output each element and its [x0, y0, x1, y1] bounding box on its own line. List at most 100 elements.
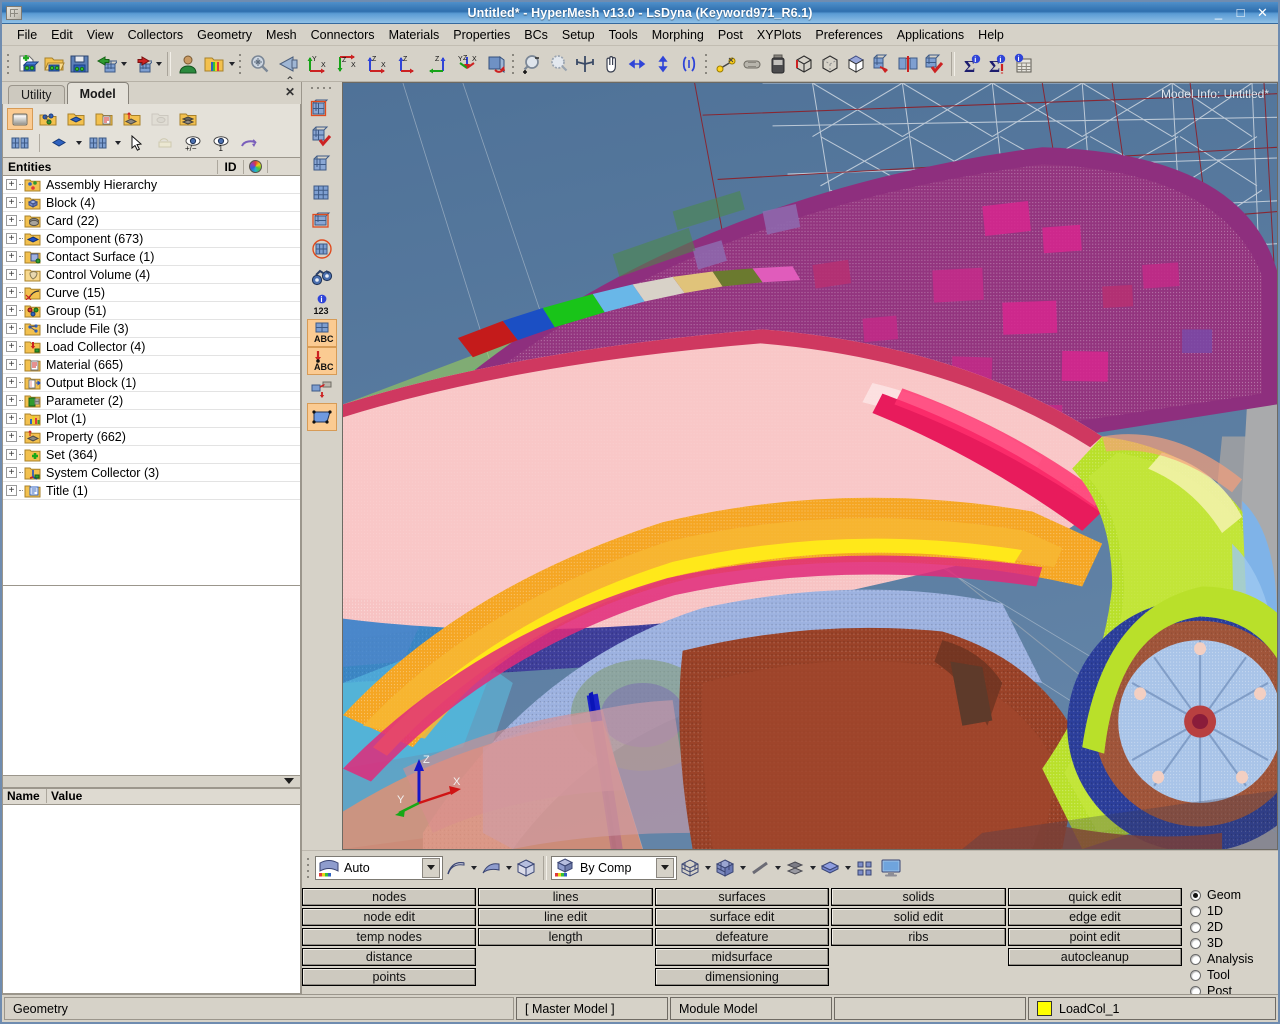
- rotate-view-icon[interactable]: [483, 50, 509, 78]
- yz-view-icon[interactable]: Z: [423, 50, 453, 78]
- mesh-lines-icon[interactable]: [895, 50, 921, 78]
- display-blue-icon[interactable]: [46, 132, 72, 154]
- iso-view-icon[interactable]: Z X Y: [453, 50, 483, 78]
- cmd-distance[interactable]: distance: [302, 948, 477, 966]
- import-icon[interactable]: [93, 50, 119, 78]
- panels-icon[interactable]: [852, 854, 878, 882]
- solid-cube-icon[interactable]: [513, 854, 539, 882]
- arrow-lr-icon[interactable]: [624, 50, 650, 78]
- mesh-circle-icon[interactable]: [307, 235, 337, 263]
- tree-row-output-block-1[interactable]: + Output Block (1): [3, 374, 300, 392]
- menu-xyplots[interactable]: XYPlots: [750, 26, 808, 44]
- menu-geometry[interactable]: Geometry: [190, 26, 259, 44]
- expand-icon[interactable]: +: [6, 341, 17, 352]
- fit-view-icon[interactable]: [247, 50, 273, 78]
- cmd-quick-edit[interactable]: quick edit: [1007, 888, 1183, 906]
- shaded-cube-icon[interactable]: [843, 50, 869, 78]
- toolbar-grip-3[interactable]: [510, 50, 517, 77]
- distance-node-icon[interactable]: [713, 50, 739, 78]
- shrink-mesh-icon[interactable]: [869, 50, 895, 78]
- mass-icon[interactable]: [739, 50, 765, 78]
- tree-row-title-1[interactable]: + Title (1): [3, 482, 300, 500]
- expand-icon[interactable]: +: [6, 377, 17, 388]
- line-icon[interactable]: [747, 854, 773, 882]
- vtoolbar-grip[interactable]: [310, 86, 334, 93]
- stack-folder-icon[interactable]: [175, 108, 201, 130]
- mesh-display-dropdown-icon[interactable]: [113, 132, 122, 154]
- surface-shade-dropdown-icon[interactable]: [504, 854, 513, 882]
- tab-model[interactable]: Model: [66, 82, 129, 104]
- tree-row-include-file-3[interactable]: + Include File (3): [3, 320, 300, 338]
- radio-1d[interactable]: 1D: [1190, 904, 1274, 918]
- tree-row-material-665[interactable]: + Material (665): [3, 356, 300, 374]
- reverse-icon[interactable]: [236, 132, 262, 154]
- zoom-window-icon[interactable]: [546, 50, 572, 78]
- minimize-button[interactable]: _: [1212, 6, 1225, 19]
- property-folder-icon[interactable]: [119, 108, 145, 130]
- binoculars-icon[interactable]: [307, 263, 337, 291]
- cmd-surfaces[interactable]: surfaces: [654, 888, 830, 906]
- component-folder-icon[interactable]: [7, 108, 33, 130]
- tree-row-assembly-hierarchy[interactable]: + Assembly Hierarchy: [3, 176, 300, 194]
- xy-top-view-icon[interactable]: Y X: [303, 50, 333, 78]
- cmd-surface-edit[interactable]: surface edit: [654, 908, 830, 926]
- menu-collectors[interactable]: Collectors: [121, 26, 191, 44]
- info-123-icon[interactable]: i 123: [307, 291, 337, 319]
- expand-icon[interactable]: +: [6, 431, 17, 442]
- translate-mesh-icon[interactable]: [307, 375, 337, 403]
- entity-tree[interactable]: + Assembly Hierarchy + Block (4) + Card (22) +…: [2, 176, 301, 586]
- load-results-icon[interactable]: [201, 50, 227, 78]
- mesh-check-icon[interactable]: [307, 123, 337, 151]
- mesh-abc-icon[interactable]: ABC: [307, 319, 337, 347]
- cmd-nodes[interactable]: nodes: [302, 888, 477, 906]
- cmd-midsurface[interactable]: midsurface: [654, 948, 830, 966]
- expand-icon[interactable]: +: [6, 449, 17, 460]
- browser-splitter[interactable]: [2, 775, 301, 788]
- expand-icon[interactable]: +: [6, 485, 17, 496]
- expand-icon[interactable]: +: [6, 251, 17, 262]
- tree-row-contact-surface-1[interactable]: + Contact Surface (1): [3, 248, 300, 266]
- menu-bcs[interactable]: BCs: [517, 26, 555, 44]
- tree-row-system-collector-3[interactable]: + System Collector (3): [3, 464, 300, 482]
- cmd-temp-nodes[interactable]: temp nodes: [302, 928, 477, 946]
- display-toolbar-grip[interactable]: [305, 854, 312, 881]
- toolbar-grip-4[interactable]: [703, 50, 710, 77]
- expand-icon[interactable]: +: [6, 233, 17, 244]
- tree-row-group-51[interactable]: + Group (51): [3, 302, 300, 320]
- pan-icon[interactable]: [598, 50, 624, 78]
- menu-post[interactable]: Post: [711, 26, 750, 44]
- fit-icon[interactable]: [572, 50, 598, 78]
- eye-plusminus-icon[interactable]: +/−: [180, 132, 206, 154]
- monitor-icon[interactable]: [878, 854, 904, 882]
- zoom-out-icon[interactable]: [520, 50, 546, 78]
- menu-file[interactable]: File: [10, 26, 44, 44]
- shrink-dropdown-icon[interactable]: [808, 854, 817, 882]
- menu-properties[interactable]: Properties: [446, 26, 517, 44]
- shaded-cube-dropdown-icon[interactable]: [738, 854, 747, 882]
- expand-icon[interactable]: +: [6, 413, 17, 424]
- mesh-mode-combo[interactable]: Auto: [315, 855, 443, 880]
- cmd-edge-edit[interactable]: edge edit: [1007, 908, 1183, 926]
- status-load-collector[interactable]: LoadCol_1: [1028, 997, 1276, 1020]
- surface-edge-icon[interactable]: [443, 854, 469, 882]
- status-master-model[interactable]: [ Master Model ]: [516, 997, 668, 1020]
- color-mode-combo[interactable]: By Comp: [551, 855, 677, 880]
- cmd-solid-edit[interactable]: solid edit: [831, 908, 1006, 926]
- material-folder-icon[interactable]: [91, 108, 117, 130]
- expand-icon[interactable]: +: [6, 467, 17, 478]
- close-button[interactable]: ✕: [1256, 6, 1269, 19]
- contact-folder-icon[interactable]: [147, 108, 173, 130]
- export-dropdown-icon[interactable]: [154, 50, 163, 78]
- menu-connectors[interactable]: Connectors: [304, 26, 382, 44]
- expand-icon[interactable]: +: [6, 287, 17, 298]
- load-abc-icon[interactable]: ABC: [307, 347, 337, 375]
- status-module-model[interactable]: Module Model: [670, 997, 832, 1020]
- open-model-icon[interactable]: [41, 50, 67, 78]
- expand-icon[interactable]: +: [6, 395, 17, 406]
- component-blue-icon[interactable]: [63, 108, 89, 130]
- shaded-cube-icon[interactable]: [712, 854, 738, 882]
- surface-blue-icon[interactable]: [307, 403, 337, 431]
- cmd-autocleanup[interactable]: autocleanup: [1007, 948, 1183, 966]
- tree-row-plot-1[interactable]: + Plot (1): [3, 410, 300, 428]
- graphics-viewport[interactable]: Model Info: Untitled* Z Y X: [342, 82, 1278, 850]
